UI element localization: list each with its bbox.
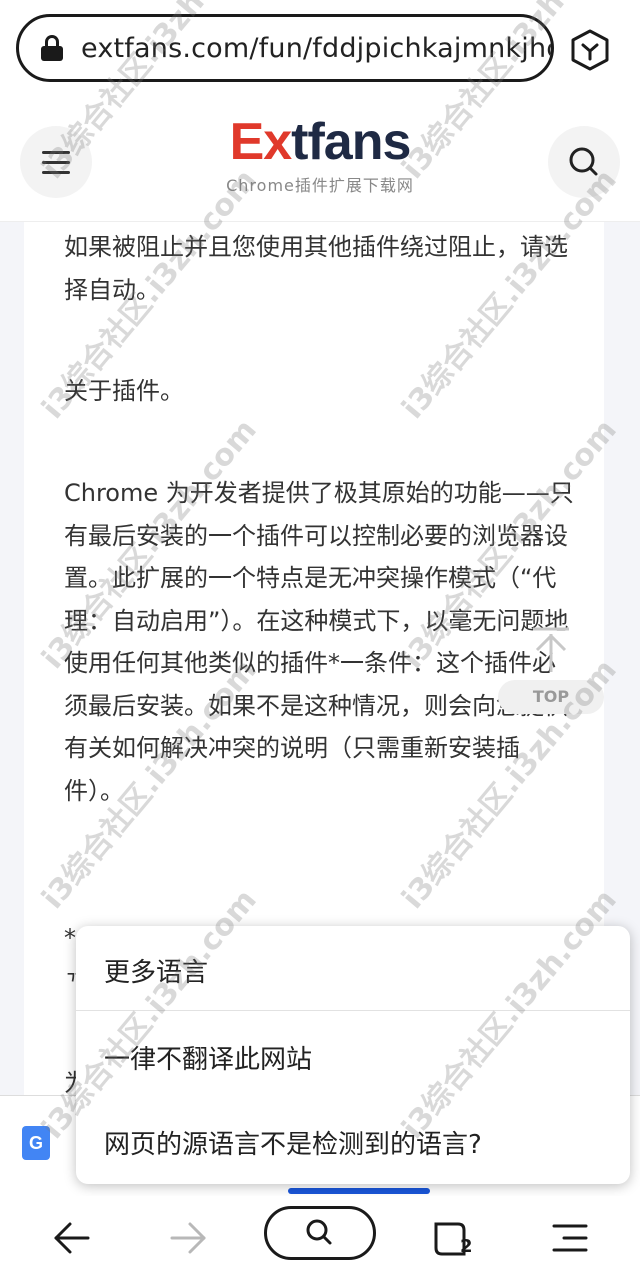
translate-options-menu: 更多语言 一律不翻译此网站 网页的源语言不是检测到的语言? — [76, 926, 630, 1184]
menu-item-never-translate[interactable]: 一律不翻译此网站 — [104, 1039, 312, 1076]
vpn-shield-icon[interactable] — [568, 28, 612, 72]
logo-ex: Ex — [229, 113, 293, 171]
tabs-button[interactable]: 2 — [428, 1208, 484, 1268]
address-bar[interactable]: extfans.com/fun/fddjpichkajmnkjhci — [16, 14, 554, 82]
menu-divider — [76, 1010, 630, 1011]
site-logo[interactable]: Extfans Chrome插件扩展下载网 — [0, 112, 640, 196]
back-to-top-label: TOP — [498, 680, 604, 714]
bottom-navigation: 2 — [0, 1196, 640, 1280]
search-icon — [569, 147, 598, 176]
browser-toolbar: extfans.com/fun/fddjpichkajmnkjhci — [0, 0, 640, 98]
logo-rest: tfans — [291, 113, 411, 171]
arrow-up-icon — [533, 627, 569, 672]
bottom-search-button[interactable] — [264, 1206, 376, 1260]
tabs-icon — [434, 1222, 466, 1256]
translate-tab-indicator — [288, 1188, 430, 1194]
menu-lines-icon[interactable] — [546, 1208, 602, 1268]
google-translate-icon[interactable]: G — [22, 1126, 50, 1160]
search-icon — [306, 1219, 332, 1245]
menu-item-more-languages[interactable]: 更多语言 — [104, 952, 208, 989]
menu-item-wrong-language[interactable]: 网页的源语言不是检测到的语言? — [104, 1124, 482, 1161]
site-header: Extfans Chrome插件扩展下载网 — [0, 98, 640, 222]
lock-icon — [41, 35, 63, 61]
tab-count: 2 — [460, 1236, 473, 1257]
back-to-top-button[interactable]: TOP — [498, 626, 604, 718]
url-text[interactable]: extfans.com/fun/fddjpichkajmnkjhci — [81, 33, 551, 64]
back-arrow-icon[interactable] — [44, 1208, 100, 1268]
logo-subtitle: Chrome插件扩展下载网 — [226, 176, 414, 195]
paragraph-about: 关于插件。 — [64, 377, 184, 405]
paragraph-blocked: 如果被阻止并且您使用其他插件绕过阻止，请选择自动。 — [64, 233, 568, 304]
site-search-button[interactable] — [548, 126, 620, 198]
forward-arrow-icon[interactable] — [160, 1208, 216, 1268]
